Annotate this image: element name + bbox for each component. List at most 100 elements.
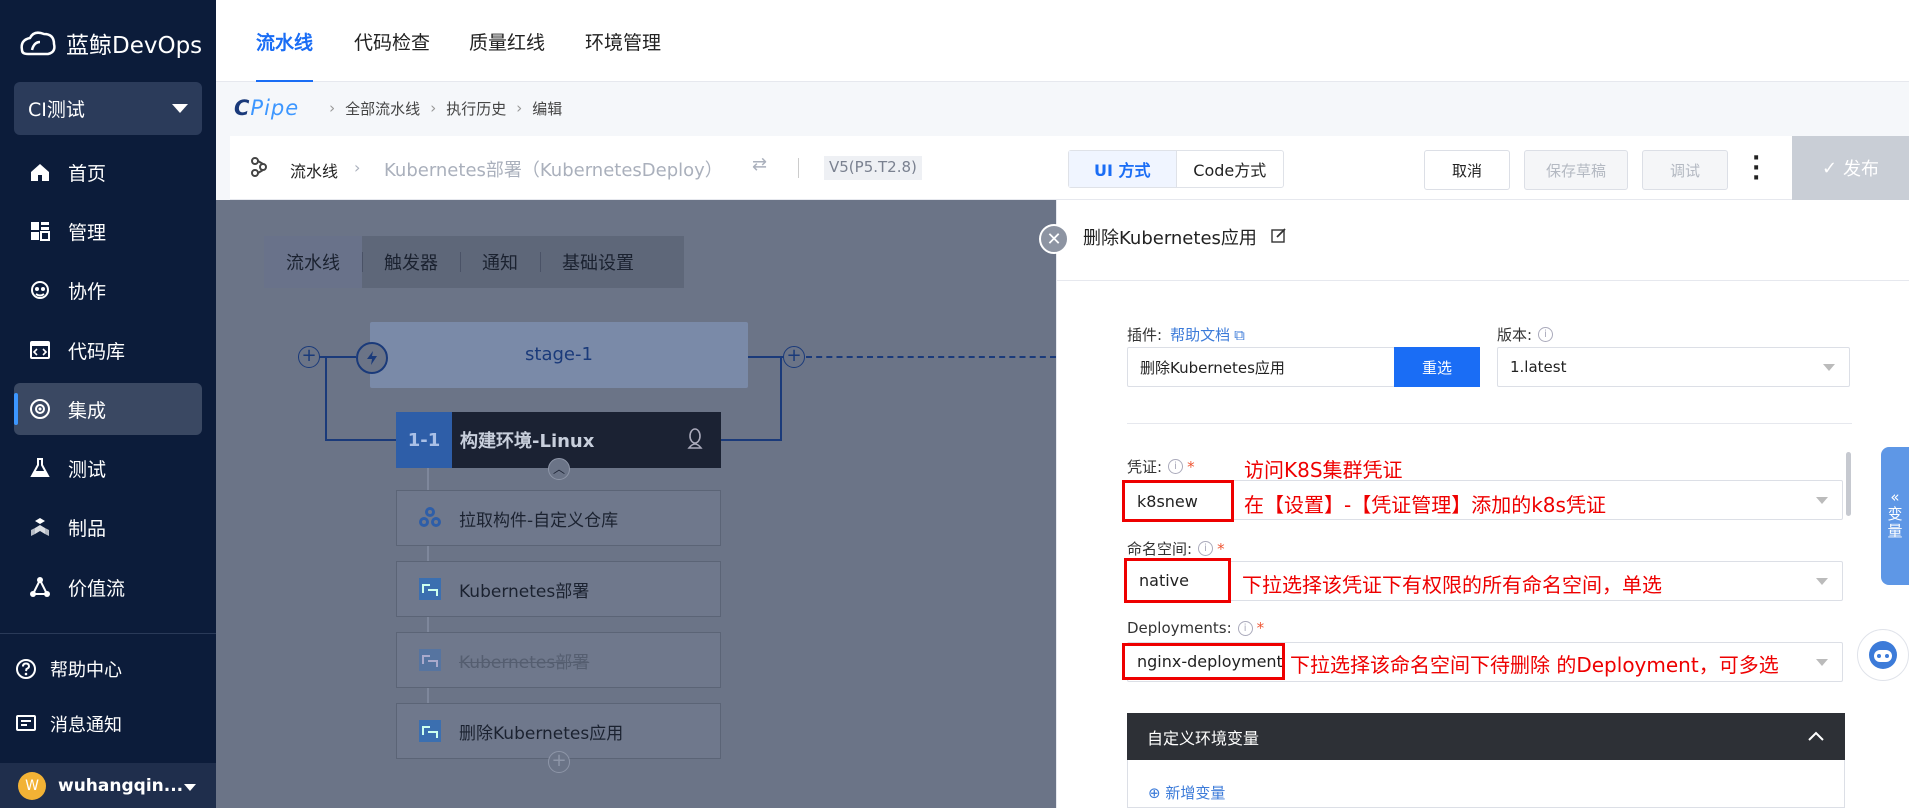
credential-value: k8snew — [1137, 491, 1198, 511]
code-repo-icon — [28, 338, 52, 362]
ui-mode-button[interactable]: UI 方式 — [1069, 151, 1177, 187]
connector-line — [780, 356, 782, 440]
test-icon — [28, 456, 52, 480]
add-variable-label: 新增变量 — [1165, 784, 1226, 802]
sidebar-item-cooperation[interactable]: 协作 — [14, 264, 202, 316]
trigger-flash-icon[interactable] — [356, 342, 388, 374]
task-item[interactable]: 拉取构件-自定义仓库 — [396, 490, 721, 546]
home-icon — [28, 160, 52, 184]
job-title: 构建环境-Linux — [460, 431, 595, 452]
version-badge: V5(P5.T2.8) — [824, 156, 922, 180]
connector-line — [325, 439, 396, 441]
cancel-button[interactable]: 取消 — [1424, 150, 1510, 190]
connector-line — [325, 356, 327, 440]
project-name: CI测试 — [28, 99, 85, 121]
tab-pipeline[interactable]: 流水线 — [256, 28, 314, 83]
version-value: 1.latest — [1510, 358, 1567, 376]
notifications-link[interactable]: 消息通知 — [14, 711, 122, 737]
value-stream-icon — [28, 575, 52, 599]
chevron-down-icon — [1816, 578, 1828, 585]
tab-environment[interactable]: 环境管理 — [585, 28, 661, 55]
add-task-icon[interactable]: + — [548, 751, 570, 773]
add-stage-left-icon[interactable]: + — [298, 346, 320, 368]
more-icon[interactable]: · · · — [1752, 148, 1760, 190]
grid-icon — [28, 219, 52, 243]
pipeline-icon — [248, 156, 270, 182]
sidebar-item-label: 代码库 — [68, 340, 126, 363]
job-number: 1-1 — [396, 412, 452, 468]
tab-code-check[interactable]: 代码检查 — [354, 28, 430, 55]
sidebar-item-label: 协作 — [68, 280, 107, 303]
task-label: 删除Kubernetes应用 — [459, 723, 624, 744]
side-tab-char: 量 — [1887, 522, 1903, 540]
double-chevron-left-icon: « — [1890, 488, 1900, 506]
version-select[interactable]: 1.latest — [1497, 347, 1850, 387]
sidebar-item-integration[interactable]: 集成 — [14, 383, 202, 435]
tab-quality-gate[interactable]: 质量红线 — [469, 28, 545, 55]
deployments-highlight: nginx-deployment — [1122, 643, 1285, 680]
task-item-disabled[interactable]: Kubernetes部署 — [396, 632, 721, 688]
breadcrumb-all-pipelines[interactable]: 全部流水线 — [345, 98, 420, 119]
credential-label: 凭证: i * — [1127, 456, 1195, 477]
task-item[interactable]: Kubernetes部署 — [396, 561, 721, 617]
publish-button[interactable]: ✓ 发布 — [1792, 136, 1909, 200]
stage-header[interactable]: stage-1 — [370, 322, 748, 388]
section-divider — [1127, 423, 1852, 424]
project-selector[interactable]: CI测试 — [14, 82, 202, 135]
reselect-button[interactable]: 重选 — [1394, 347, 1480, 387]
sidebar-item-manage[interactable]: 管理 — [14, 205, 202, 257]
sidebar-item-home[interactable]: 首页 — [14, 146, 202, 198]
chevron-down-icon — [1816, 659, 1828, 666]
sidebar-item-label: 制品 — [68, 517, 107, 540]
notifications-label: 消息通知 — [50, 715, 122, 736]
help-center-label: 帮助中心 — [50, 660, 122, 681]
chevron-right-icon: › — [354, 158, 361, 177]
check-icon: ✓ — [1821, 157, 1838, 179]
panel-scrollbar[interactable] — [1846, 452, 1851, 516]
code-mode-button[interactable]: Code方式 — [1177, 151, 1284, 187]
help-center-link[interactable]: 帮助中心 — [14, 656, 122, 682]
annotation-deployments: 下拉选择该命名空间下待删除 的Deployment，可多选 — [1290, 653, 1779, 677]
add-stage-right-icon[interactable]: + — [783, 346, 805, 368]
required-mark: * — [1187, 457, 1195, 476]
sidebar-divider — [0, 633, 216, 634]
close-icon[interactable]: ✕ — [1039, 224, 1069, 254]
env-vars-section-header[interactable]: 自定义环境变量 — [1127, 713, 1845, 760]
chevron-right-icon: › — [329, 99, 336, 117]
switch-icon[interactable]: ⇄ — [752, 154, 767, 175]
debug-button[interactable]: 调试 — [1642, 150, 1728, 190]
env-vars-title: 自定义环境变量 — [1147, 728, 1260, 748]
credential-label-text: 凭证: — [1127, 458, 1163, 476]
logo[interactable]: 蓝鲸DevOps — [18, 26, 202, 60]
pipeline-toolbar: 流水线 › Kubernetes部署（KubernetesDeploy） ⇄ V… — [230, 136, 1909, 200]
assistant-bot-icon[interactable] — [1857, 629, 1909, 681]
collapse-icon[interactable]: ︿ — [548, 458, 570, 480]
chevron-down-icon — [1823, 364, 1835, 371]
breadcrumb-history[interactable]: 执行历史 — [446, 98, 506, 119]
help-doc-link[interactable]: 帮助文档 — [1170, 324, 1230, 345]
panel-divider — [1056, 280, 1909, 281]
deployments-value: nginx-deployment — [1137, 652, 1283, 671]
tab-editor-settings[interactable]: 基础设置 — [540, 236, 656, 288]
sidebar-item-label: 首页 — [68, 162, 107, 185]
variables-side-tab[interactable]: « 变 量 — [1881, 447, 1909, 585]
credential-highlight: k8snew — [1122, 480, 1234, 522]
toolbar-crumb-pipeline[interactable]: 流水线 — [290, 158, 338, 182]
annotation-namespace: 下拉选择该凭证下有权限的所有命名空间，单选 — [1242, 573, 1662, 597]
edit-icon[interactable] — [1271, 227, 1287, 248]
env-vars-body: ⊕ 新增变量 — [1127, 760, 1845, 808]
add-variable-link[interactable]: ⊕ 新增变量 — [1148, 782, 1225, 808]
sidebar-item-label: 管理 — [68, 221, 107, 244]
top-nav: 流水线 代码检查 质量红线 环境管理 — [216, 0, 1909, 83]
sidebar-item-test[interactable]: 测试 — [14, 442, 202, 494]
save-draft-button[interactable]: 保存草稿 — [1524, 150, 1628, 190]
tab-editor-pipeline[interactable]: 流水线 — [264, 236, 362, 288]
tab-editor-notify[interactable]: 通知 — [460, 236, 540, 288]
required-mark: * — [1217, 539, 1225, 558]
kubernetes-icon — [417, 718, 443, 744]
user-menu[interactable]: W wuhangqin... — [0, 763, 216, 808]
sidebar-item-code-repo[interactable]: 代码库 — [14, 324, 202, 376]
tab-editor-trigger[interactable]: 触发器 — [362, 236, 460, 288]
sidebar-item-value-stream[interactable]: 价值流 — [14, 561, 202, 613]
sidebar-item-artifact[interactable]: 制品 — [14, 501, 202, 553]
